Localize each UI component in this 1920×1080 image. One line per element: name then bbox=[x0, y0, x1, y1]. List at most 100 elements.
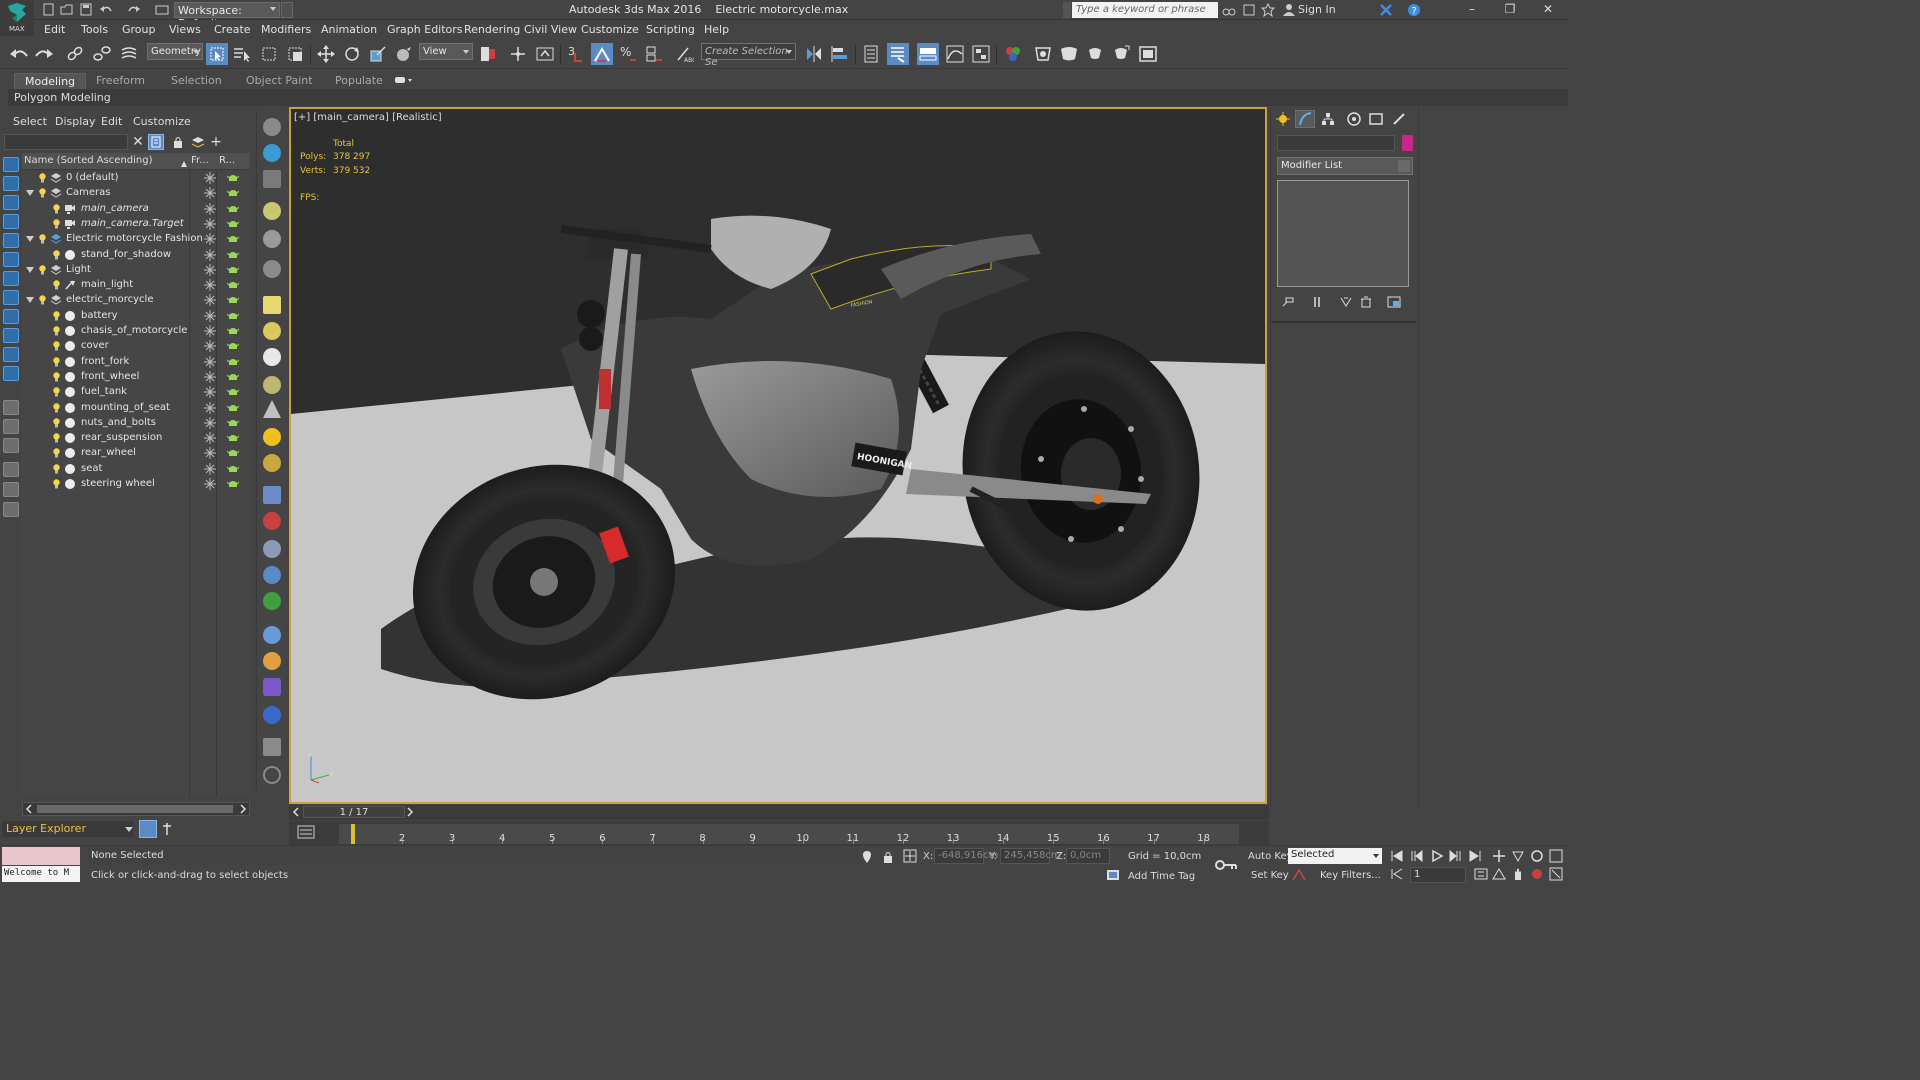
modify-tab-icon[interactable] bbox=[1295, 110, 1315, 128]
time-slider-thumb[interactable]: 1 / 17 bbox=[303, 806, 405, 818]
explorer-menu-edit[interactable]: Edit bbox=[101, 115, 122, 128]
visibility-bulb-icon[interactable] bbox=[39, 188, 46, 198]
set-key-button[interactable]: Set Key bbox=[1251, 870, 1289, 881]
help-icon[interactable] bbox=[263, 766, 281, 784]
menu-rendering[interactable]: Rendering bbox=[464, 23, 520, 36]
configure-modifier-sets-icon[interactable] bbox=[1387, 296, 1401, 308]
display-lights-icon[interactable] bbox=[3, 195, 19, 210]
edit-named-selections-button[interactable]: ABC bbox=[673, 43, 695, 65]
unlink-icon[interactable] bbox=[91, 43, 113, 65]
visibility-bulb-icon[interactable] bbox=[53, 356, 60, 367]
track-bar[interactable]: 2 3 4 5 6 7 8 9 10 11 12 13 14 15 16 17 18 bbox=[289, 821, 1269, 845]
visibility-bulb-icon[interactable] bbox=[53, 310, 60, 321]
pin-icon[interactable] bbox=[160, 822, 174, 836]
time-slider[interactable]: 1 / 17 bbox=[289, 805, 1269, 820]
link-icon[interactable] bbox=[64, 43, 86, 65]
absolute-mode-icon[interactable] bbox=[903, 849, 917, 863]
create-particles-icon[interactable] bbox=[263, 486, 281, 504]
freeze-icon[interactable] bbox=[204, 263, 216, 276]
freeze-icon[interactable] bbox=[204, 416, 216, 429]
menu-graph-editors[interactable]: Graph Editors bbox=[387, 23, 463, 36]
create-water-icon[interactable] bbox=[263, 706, 281, 724]
create-geometry-icon[interactable] bbox=[263, 118, 281, 136]
freeze-icon[interactable] bbox=[204, 355, 216, 368]
menu-modifiers[interactable]: Modifiers bbox=[261, 23, 311, 36]
renderable-teapot-icon[interactable] bbox=[226, 387, 240, 397]
explorer-row-rear-wheel[interactable]: rear_wheel bbox=[22, 446, 250, 461]
menu-civil-view[interactable]: Civil View bbox=[524, 23, 577, 36]
toggle-scene-explorer-button[interactable] bbox=[887, 43, 909, 65]
object-name-field[interactable] bbox=[1277, 135, 1395, 151]
orbit-icon[interactable] bbox=[1530, 867, 1544, 881]
renderable-teapot-icon[interactable] bbox=[226, 341, 240, 351]
create-plugin-icon[interactable] bbox=[263, 678, 281, 696]
visibility-bulb-icon[interactable] bbox=[39, 295, 46, 305]
sign-in-link[interactable]: Sign In bbox=[1298, 3, 1336, 16]
visibility-bulb-icon[interactable] bbox=[39, 265, 46, 275]
explorer-row-mounting-of-seat[interactable]: mounting_of_seat bbox=[22, 401, 250, 416]
y-coordinate-field[interactable]: 245,458cm bbox=[1000, 848, 1061, 864]
close-button[interactable]: ✕ bbox=[1530, 0, 1566, 20]
explorer-row-fuel-tank[interactable]: fuel_tank bbox=[22, 385, 250, 400]
create-cameras-icon[interactable] bbox=[263, 230, 281, 248]
explorer-row-nuts-and-bolts[interactable]: nuts_and_bolts bbox=[22, 416, 250, 431]
explorer-row-cameras[interactable]: Cameras bbox=[22, 186, 250, 201]
display-cameras-icon[interactable] bbox=[3, 214, 19, 229]
create-compound-icon[interactable] bbox=[263, 626, 281, 644]
display-bones-icon[interactable] bbox=[3, 309, 19, 324]
modifier-list-dropdown[interactable]: Modifier List bbox=[1277, 157, 1413, 175]
renderable-teapot-icon[interactable] bbox=[226, 403, 240, 413]
new-file-icon[interactable] bbox=[42, 3, 56, 16]
create-torus-icon[interactable] bbox=[263, 454, 281, 472]
undo-icon[interactable] bbox=[8, 43, 30, 65]
manage-layers-button[interactable] bbox=[860, 43, 882, 65]
explorer-row-rear-suspension[interactable]: rear_suspension bbox=[22, 431, 250, 446]
motion-tab-icon[interactable] bbox=[1344, 110, 1364, 128]
freeze-icon[interactable] bbox=[204, 248, 216, 261]
create-shapes-icon[interactable] bbox=[263, 144, 281, 162]
material-editor-button[interactable] bbox=[1002, 43, 1024, 65]
renderable-teapot-icon[interactable] bbox=[226, 280, 240, 290]
snaps-toggle-button[interactable]: 3 bbox=[565, 43, 587, 65]
search-expand-button[interactable] bbox=[1063, 2, 1071, 18]
visibility-bulb-icon[interactable] bbox=[53, 479, 60, 489]
tab-selection[interactable]: Selection bbox=[161, 73, 232, 89]
create-plane-icon[interactable] bbox=[263, 296, 281, 314]
explorer-menu-customize[interactable]: Customize bbox=[133, 115, 191, 128]
selection-filter-dropdown[interactable]: Geometry bbox=[147, 43, 203, 60]
visibility-bulb-icon[interactable] bbox=[53, 418, 60, 428]
select-object-button[interactable] bbox=[206, 43, 228, 65]
rendered-frame-window-button[interactable] bbox=[1058, 43, 1080, 65]
create-tab-icon[interactable] bbox=[1273, 110, 1293, 128]
next-frame-icon[interactable] bbox=[1448, 849, 1462, 863]
renderable-teapot-icon[interactable] bbox=[226, 219, 240, 229]
visibility-bulb-icon[interactable] bbox=[53, 448, 60, 458]
renderable-teapot-icon[interactable] bbox=[226, 418, 240, 428]
perspective-viewport[interactable]: HOONIGAN FASHION [+] [main_camera] [Real… bbox=[289, 107, 1267, 804]
pivot-center-button[interactable] bbox=[477, 43, 499, 65]
time-next-icon[interactable] bbox=[406, 807, 414, 817]
visibility-bulb-icon[interactable] bbox=[53, 280, 60, 290]
workspace-menu-button[interactable] bbox=[281, 2, 293, 18]
filter-icon[interactable] bbox=[3, 462, 19, 477]
pan-view-icon[interactable] bbox=[1511, 867, 1525, 881]
explorer-row-electric-morcycle[interactable]: electric_morcycle bbox=[22, 293, 250, 308]
explorer-row-cover[interactable]: cover bbox=[22, 339, 250, 354]
create-scatter-icon[interactable] bbox=[263, 652, 281, 670]
renderable-teapot-icon[interactable] bbox=[226, 204, 240, 214]
lock-icon[interactable] bbox=[170, 134, 186, 150]
visibility-bulb-icon[interactable] bbox=[53, 372, 60, 382]
freeze-icon[interactable] bbox=[204, 462, 216, 475]
mini-curve-editor-icon[interactable] bbox=[297, 825, 315, 839]
explorer-row-main-camera[interactable]: main_camera bbox=[22, 202, 250, 217]
hierarchy-tab-icon[interactable] bbox=[1318, 110, 1338, 128]
explorer-row-chasis-of-motorcycle[interactable]: chasis_of_motorcycle bbox=[22, 324, 250, 339]
zoom-extents-icon[interactable] bbox=[1530, 849, 1544, 863]
key-curve-icon[interactable] bbox=[1292, 868, 1306, 882]
time-prev-icon[interactable] bbox=[292, 807, 300, 817]
layer-filter-icon[interactable] bbox=[3, 482, 19, 497]
explorer-search-input[interactable] bbox=[4, 134, 128, 150]
key-mode-dropdown[interactable]: Selected bbox=[1288, 848, 1382, 864]
create-geosphere-icon[interactable] bbox=[263, 348, 281, 366]
time-configuration-icon[interactable] bbox=[1474, 867, 1488, 881]
